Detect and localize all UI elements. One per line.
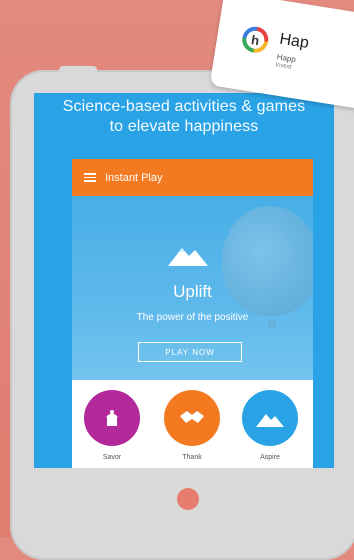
category-label: Savor <box>102 454 122 461</box>
cupcake-icon <box>84 390 140 446</box>
headline-line-1: Science-based activities & games <box>62 98 306 115</box>
happify-logo-icon: h <box>240 24 271 55</box>
category-savor[interactable]: Savor <box>82 390 142 461</box>
tablet-top-button <box>59 66 97 76</box>
mountain-icon <box>242 390 298 446</box>
top-bar-title: Instant Play <box>105 171 163 184</box>
badge-caption: Invest <box>275 62 292 71</box>
tablet-home-button[interactable] <box>177 488 199 510</box>
menu-icon[interactable] <box>84 173 96 182</box>
headline-line-2: to elevate happiness <box>109 118 259 135</box>
category-thank[interactable]: Thank <box>162 390 222 461</box>
play-now-button[interactable]: PLAY NOW <box>138 342 242 362</box>
handshake-icon <box>164 390 220 446</box>
headline: Science-based activities & games to elev… <box>34 97 334 137</box>
category-aspire[interactable]: Aspire <box>240 390 300 461</box>
category-label: Thank <box>182 454 202 461</box>
activity-subtitle: The power of the positive <box>136 312 249 323</box>
badge-title: Hap <box>278 30 311 53</box>
hero-banner: Uplift The power of the positive PLAY NO… <box>72 196 313 380</box>
app-screen: Science-based activities & games to elev… <box>34 93 334 468</box>
app-card: Instant Play Uplift The power of the pos… <box>72 159 313 468</box>
mountain-icon <box>168 248 208 266</box>
activity-title: Uplift <box>173 282 212 301</box>
category-label: Aspire <box>260 454 280 461</box>
top-bar: Instant Play <box>72 159 313 196</box>
